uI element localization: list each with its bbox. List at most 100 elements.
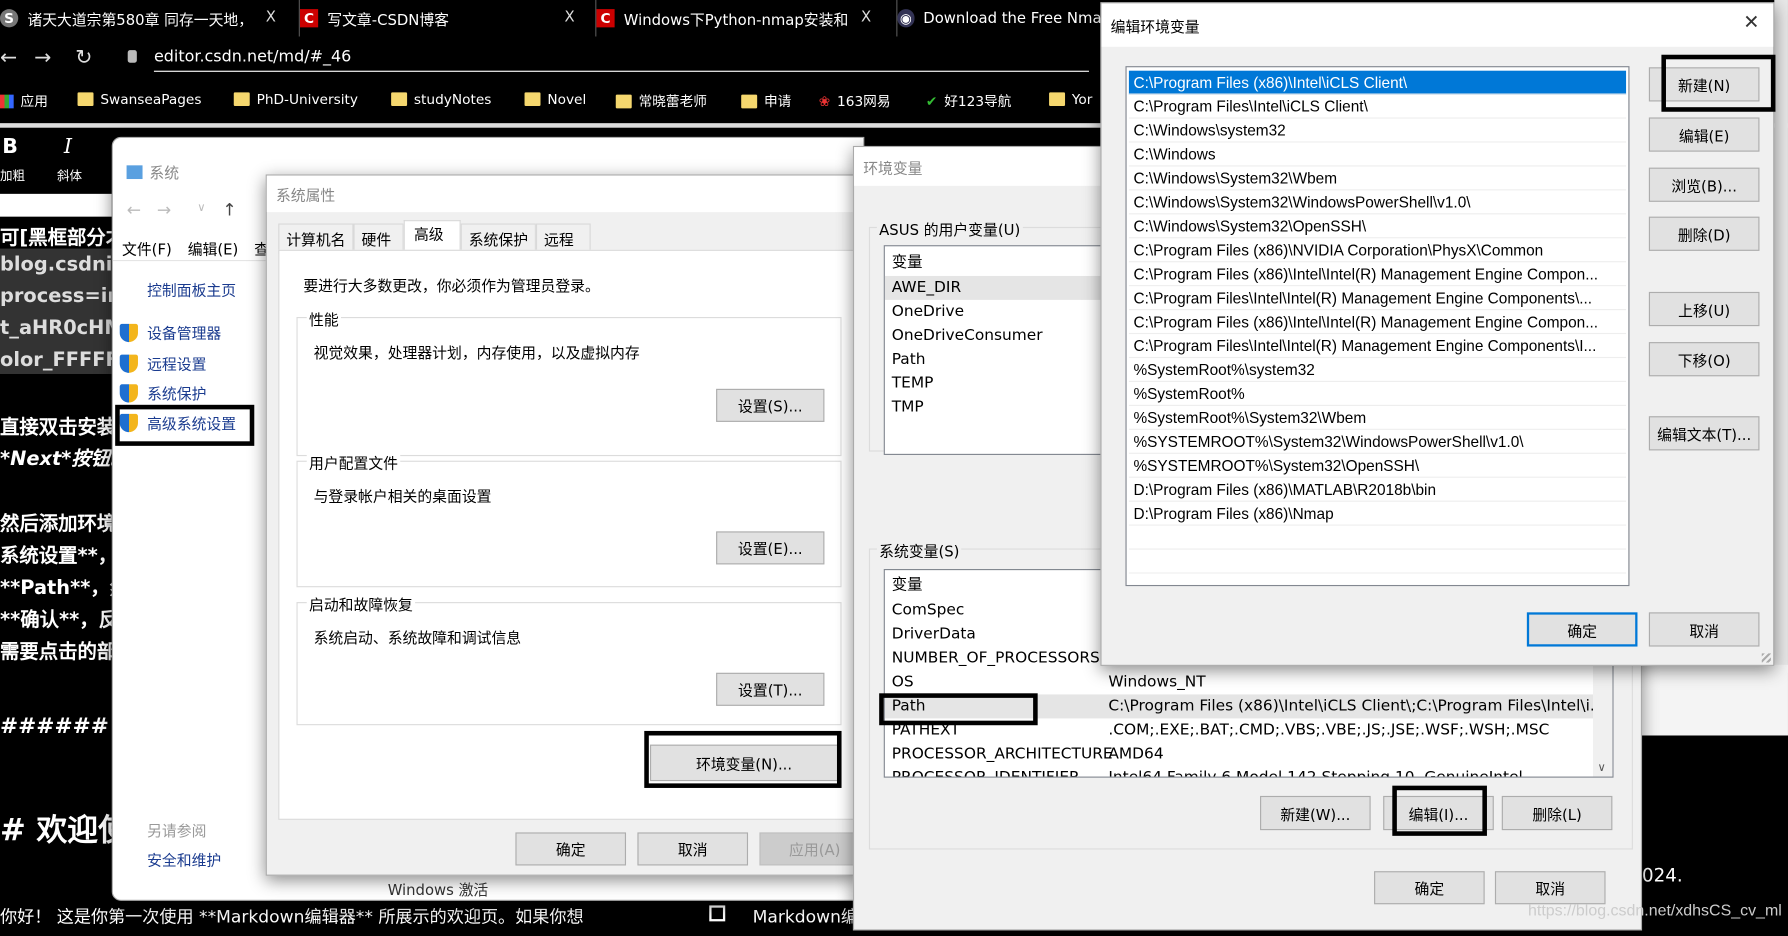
doc-line: **确认**，反 bbox=[0, 608, 112, 632]
browser-tab[interactable]: C 写文章-CSDN博客 X bbox=[298, 0, 584, 37]
bookmark-item[interactable]: PhD-University bbox=[233, 91, 359, 108]
system-title: 系统 bbox=[126, 161, 179, 182]
link-label: 设备管理器 bbox=[147, 326, 222, 344]
shield-icon bbox=[119, 354, 138, 373]
browser-tab[interactable]: C Windows下Python-nmap安装和 X bbox=[595, 0, 880, 37]
folder-icon bbox=[233, 92, 250, 107]
path-entry[interactable]: C:\Windows\System32\OpenSSH\ bbox=[1128, 214, 1627, 239]
doc-line: 系统设置**， bbox=[0, 545, 112, 568]
recent-chevron-icon[interactable]: ∨ bbox=[197, 202, 205, 215]
path-entry[interactable]: %SystemRoot%\system32 bbox=[1128, 358, 1627, 383]
bookmark-item[interactable]: Yor bbox=[1049, 91, 1092, 107]
edit-entry-button[interactable]: 编辑(E) bbox=[1648, 117, 1760, 152]
bookmark-item[interactable]: ❀ 163网易 bbox=[819, 91, 891, 110]
hao123-icon: ✔ bbox=[925, 92, 938, 109]
menu-file[interactable]: 文件(F) bbox=[122, 237, 172, 259]
path-entry[interactable]: C:\Windows\system32 bbox=[1128, 119, 1627, 143]
group-label: 性能 bbox=[306, 307, 341, 330]
highlight-box bbox=[879, 693, 1038, 726]
watermark: https://blog.csdn.net/xdhsCS_cv_ml bbox=[1528, 900, 1782, 920]
link-label: 系统保护 bbox=[147, 386, 207, 404]
path-entry[interactable]: %SYSTEMROOT%\System32\OpenSSH\ bbox=[1128, 454, 1627, 478]
bookmark-item[interactable]: 申请 bbox=[741, 91, 791, 110]
doc-line: t_aHR0cHM6 bbox=[0, 317, 112, 340]
system-protection-link[interactable]: 系统保护 bbox=[119, 382, 207, 404]
move-down-button[interactable]: 下移(O) bbox=[1648, 342, 1760, 377]
edit-text-button[interactable]: 编辑文本(T)... bbox=[1648, 416, 1760, 451]
cancel-button[interactable]: 取消 bbox=[1494, 871, 1606, 905]
path-entry[interactable]: D:\Program Files (x86)\Nmap bbox=[1128, 502, 1627, 526]
bookmark-item[interactable]: 常晓蕾老师 bbox=[615, 91, 707, 110]
path-entry[interactable]: C:\Program Files (x86)\Intel\Intel(R) Ma… bbox=[1128, 310, 1627, 335]
user-profiles-settings-button[interactable]: 设置(E)... bbox=[716, 531, 825, 565]
tab-close-icon[interactable]: X bbox=[565, 9, 575, 26]
path-entry[interactable]: C:\Program Files (x86)\Intel\iCLS Client… bbox=[1128, 70, 1627, 95]
variable-name: OS bbox=[891, 672, 914, 692]
browse-button[interactable]: 浏览(B)... bbox=[1648, 167, 1760, 202]
variable-value: Windows_NT bbox=[1108, 672, 1206, 692]
path-entry[interactable]: C:\Windows\System32\WindowsPowerShell\v1… bbox=[1128, 190, 1627, 215]
list-item[interactable]: PROCESSOR_IDENTIFIER Intel64 Family 6 Mod… bbox=[885, 766, 1613, 777]
path-entry[interactable]: %SYSTEMROOT%\System32\WindowsPowerShell\… bbox=[1128, 430, 1627, 454]
delete-system-variable-button[interactable]: 删除(L) bbox=[1501, 795, 1613, 831]
new-system-variable-button[interactable]: 新建(W)... bbox=[1260, 795, 1371, 831]
preview-icon[interactable] bbox=[709, 905, 726, 922]
tab-close-icon[interactable]: X bbox=[266, 9, 276, 26]
bookmark-label: 好123导航 bbox=[944, 93, 1012, 110]
dialog-title: 编辑环境变量 bbox=[1101, 3, 1774, 47]
scroll-down-icon[interactable]: ∨ bbox=[1598, 762, 1606, 775]
device-manager-link[interactable]: 设备管理器 bbox=[119, 322, 222, 344]
cancel-button[interactable]: 取消 bbox=[637, 832, 749, 866]
close-icon[interactable]: ✕ bbox=[1743, 11, 1759, 34]
bookmark-label: SwanseaPages bbox=[100, 91, 202, 108]
ok-button[interactable]: 确定 bbox=[1374, 871, 1485, 905]
path-entry[interactable]: C:\Program Files (x86)\NVIDIA Corporatio… bbox=[1128, 238, 1627, 263]
group-label: 用户配置文件 bbox=[306, 451, 401, 474]
menu-edit[interactable]: 编辑(E) bbox=[188, 237, 239, 259]
control-panel-home-link[interactable]: 控制面板主页 bbox=[147, 278, 236, 300]
ok-button[interactable]: 确定 bbox=[1526, 612, 1638, 647]
path-entry[interactable]: %SystemRoot%\System32\Wbem bbox=[1128, 406, 1627, 430]
bookmark-label: PhD-University bbox=[256, 91, 359, 108]
path-entry[interactable]: C:\Program Files\Intel\Intel(R) Manageme… bbox=[1128, 334, 1627, 359]
highlight-box bbox=[1392, 785, 1487, 836]
browser-tab[interactable]: ◉ Download the Free Nma bbox=[896, 0, 1102, 37]
path-entry[interactable]: %SystemRoot% bbox=[1128, 382, 1627, 406]
path-entry[interactable]: C:\Windows bbox=[1128, 143, 1627, 167]
move-up-button[interactable]: 上移(U) bbox=[1648, 291, 1760, 327]
tab-close-icon[interactable]: X bbox=[861, 9, 871, 26]
doc-line: **Path**，然 bbox=[0, 576, 112, 600]
address-bar[interactable]: editor.csdn.net/md/#_46 bbox=[153, 48, 1089, 72]
cancel-button[interactable]: 取消 bbox=[1648, 612, 1760, 647]
path-entry[interactable]: D:\Program Files (x86)\MATLAB\R2018b\bin bbox=[1128, 478, 1627, 502]
delete-entry-button[interactable]: 删除(D) bbox=[1648, 216, 1760, 251]
markdown-editor[interactable]: 可[黑框部分才 blog.csdnimg process=ima t_aHR0c… bbox=[0, 0, 112, 936]
tab-title: Windows下Python-nmap安装和 bbox=[623, 11, 849, 30]
up-arrow-icon[interactable]: ↑ bbox=[222, 200, 236, 221]
path-entry[interactable]: C:\Program Files\Intel\iCLS Client\ bbox=[1128, 95, 1627, 119]
bookmark-item[interactable]: ✔ 好123导航 bbox=[926, 91, 1011, 110]
nav-back-forward-icon[interactable]: ←→ bbox=[127, 200, 188, 221]
resize-grip-icon[interactable] bbox=[1761, 653, 1771, 663]
nmap-eye-icon: ◉ bbox=[897, 9, 915, 28]
variable-name: ComSpec bbox=[891, 600, 965, 620]
security-maintenance-link[interactable]: 安全和维护 bbox=[147, 848, 221, 870]
path-entry[interactable]: C:\Program Files\Intel\Intel(R) Manageme… bbox=[1128, 286, 1627, 311]
csdn-icon: C bbox=[299, 9, 319, 28]
performance-settings-button[interactable]: 设置(S)... bbox=[716, 388, 825, 422]
path-entry[interactable]: C:\Windows\System32\Wbem bbox=[1128, 166, 1627, 191]
variable-name: PROCESSOR_IDENTIFIER bbox=[891, 768, 1080, 778]
list-item[interactable]: PROCESSOR_ARCHITECTUREAMD64 bbox=[885, 742, 1613, 766]
path-entry[interactable]: C:\Program Files (x86)\Intel\Intel(R) Ma… bbox=[1128, 262, 1627, 287]
path-entries-list[interactable]: C:\Program Files (x86)\Intel\iCLS Client… bbox=[1125, 66, 1630, 587]
list-item[interactable]: OS Windows_NT bbox=[885, 670, 1613, 694]
remote-settings-link[interactable]: 远程设置 bbox=[119, 352, 206, 374]
bookmark-item[interactable]: studyNotes bbox=[391, 91, 491, 107]
bookmark-item[interactable]: Novel bbox=[524, 91, 586, 107]
folder-icon bbox=[1049, 92, 1066, 107]
doc-heading: # 欢迎使 bbox=[0, 813, 112, 849]
startup-recovery-settings-button[interactable]: 设置(T)... bbox=[716, 672, 825, 706]
bookmark-label: 申请 bbox=[764, 93, 792, 110]
ok-button[interactable]: 确定 bbox=[515, 832, 627, 866]
highlight-box bbox=[1661, 54, 1776, 112]
